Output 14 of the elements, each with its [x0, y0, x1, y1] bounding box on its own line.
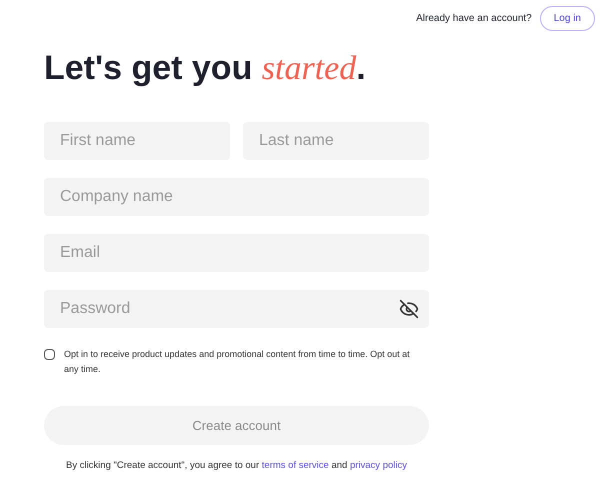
legal-text: By clicking "Create account", you agree to our terms of service and privacy policy	[64, 459, 408, 473]
account-prompt: Already have an account?	[416, 12, 532, 26]
terms-link[interactable]: terms of service	[262, 460, 329, 471]
input-field[interactable]: Company name	[44, 178, 429, 216]
login-button[interactable]: Log in	[540, 6, 595, 31]
opt-in-checkbox[interactable]	[44, 349, 55, 360]
input-field[interactable]: Last name	[243, 122, 429, 160]
eye-off-icon[interactable]	[399, 299, 419, 319]
input-field[interactable]: Email	[44, 234, 429, 272]
privacy-link[interactable]: privacy policy	[350, 460, 407, 471]
input-field[interactable]: First name	[44, 122, 230, 160]
page-heading: Let's get you started.	[44, 51, 367, 86]
password-field[interactable]: Password	[44, 290, 429, 328]
opt-in-label: Opt in to receive product updates and promotional content from time to time. Opt out at any time.	[64, 348, 411, 376]
